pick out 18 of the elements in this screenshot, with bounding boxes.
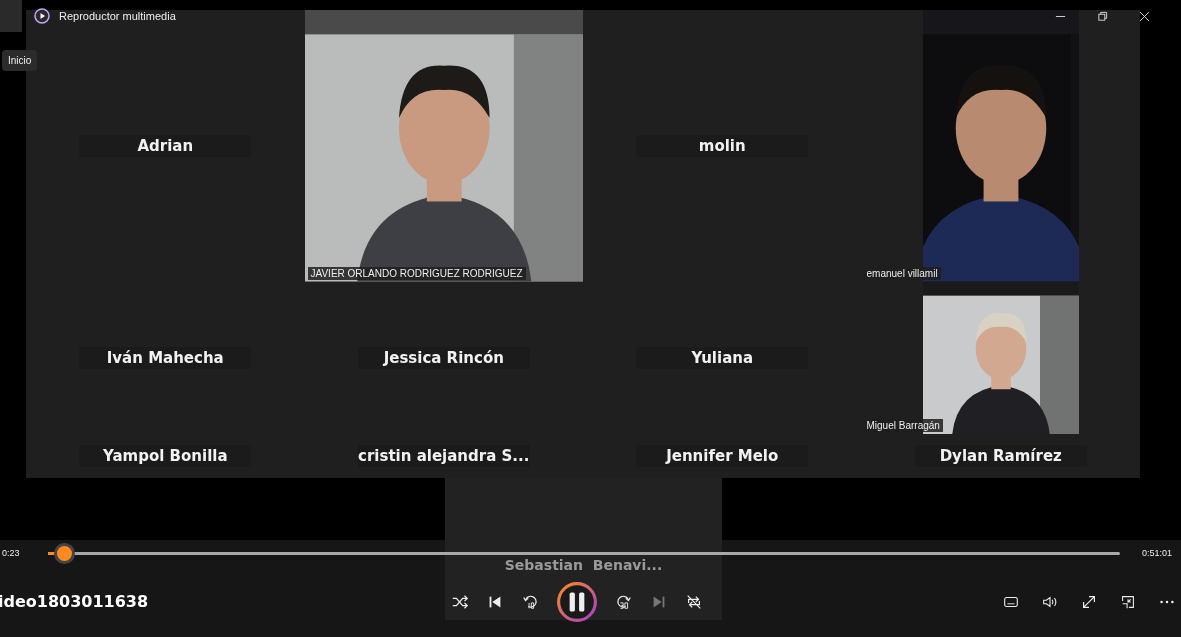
participant-name: Yampol Bonilla: [79, 444, 252, 467]
file-name: ideo1803011638: [0, 592, 150, 611]
participant-name: Iván Mahecha: [79, 346, 252, 369]
total-time: 0:51:01: [1142, 548, 1173, 558]
restore-icon[interactable]: [1097, 10, 1108, 22]
participant-name: cristin alejandra S...: [357, 444, 530, 467]
participant-name: molin: [636, 134, 809, 157]
elapsed-time: 0:23: [2, 548, 21, 558]
participant-name: Adrian: [79, 134, 252, 157]
participant-name: Dylan Ramírez: [914, 444, 1087, 467]
window-title: Reproductor multimedia: [59, 10, 176, 22]
participant-name: Jennifer Melo: [636, 444, 809, 467]
participant-name: Jessica Rincón: [357, 346, 530, 369]
participant-name: Sebastian Benavi...: [504, 557, 663, 573]
participant-name: emanuel villamil: [863, 266, 941, 280]
tooltip: Inicio: [2, 50, 38, 71]
participant-name: Yuliana: [636, 346, 809, 369]
close-icon[interactable]: [1139, 10, 1150, 22]
